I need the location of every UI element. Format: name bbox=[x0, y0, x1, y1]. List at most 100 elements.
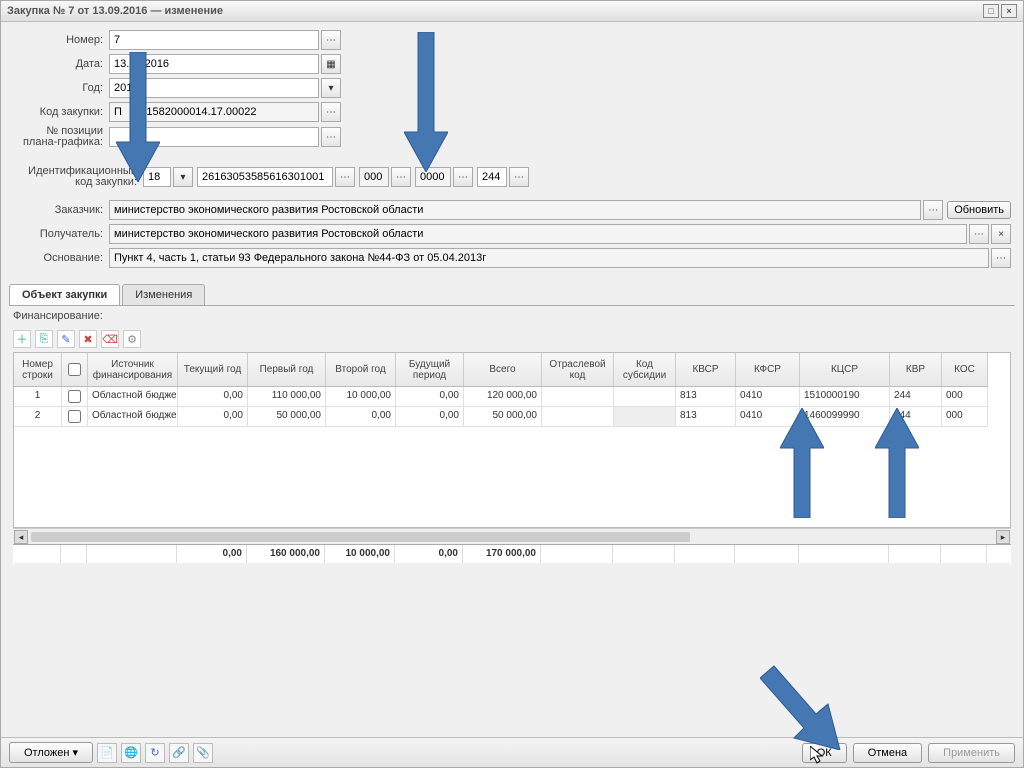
col-checkbox bbox=[62, 353, 88, 387]
customer-label: Заказчик: bbox=[13, 204, 109, 216]
recipient-input[interactable] bbox=[109, 224, 967, 244]
col-kvsr: КВСР bbox=[676, 353, 736, 387]
ident-p4-input[interactable] bbox=[415, 167, 451, 187]
horizontal-scrollbar[interactable]: ◂ ▸ bbox=[13, 528, 1011, 544]
code-input[interactable] bbox=[109, 102, 319, 122]
ident-kvr-input[interactable] bbox=[477, 167, 507, 187]
cell-y2: 0,00 bbox=[326, 407, 396, 427]
recipient-clear-icon[interactable]: × bbox=[991, 224, 1011, 244]
ident-p4-picker-icon[interactable]: ⋯ bbox=[453, 167, 473, 187]
row-checkbox[interactable] bbox=[68, 390, 81, 403]
year-label: Год: bbox=[13, 82, 109, 94]
basis-label: Основание: bbox=[13, 252, 109, 264]
tab-purchase-object[interactable]: Объект закупки bbox=[9, 284, 120, 305]
scroll-thumb[interactable] bbox=[31, 532, 690, 542]
total-y2: 10 000,00 bbox=[325, 545, 395, 563]
add-row-icon[interactable]: ＋ bbox=[13, 330, 31, 348]
planpos-input[interactable] bbox=[109, 127, 319, 147]
table-row[interactable]: 1 Областной бюдже 0,00 110 000,00 10 000… bbox=[14, 387, 1010, 407]
date-input[interactable] bbox=[109, 54, 319, 74]
scroll-right-icon[interactable]: ▸ bbox=[996, 530, 1010, 544]
planpos-label: № позиции плана-графика: bbox=[13, 126, 109, 148]
code-picker-icon[interactable]: ⋯ bbox=[321, 102, 341, 122]
cell-fut: 0,00 bbox=[396, 407, 464, 427]
cell-y1: 50 000,00 bbox=[248, 407, 326, 427]
apply-button[interactable]: Применить bbox=[928, 743, 1015, 763]
ok-button[interactable]: ОК bbox=[802, 743, 847, 763]
ident-ikz-input[interactable] bbox=[197, 167, 333, 187]
cell-source: Областной бюдже bbox=[88, 387, 178, 407]
total-fut: 0,00 bbox=[395, 545, 463, 563]
ident-p3-input[interactable] bbox=[359, 167, 389, 187]
cell-no: 2 bbox=[14, 407, 62, 427]
cell-chk bbox=[62, 407, 88, 427]
planpos-picker-icon[interactable]: ⋯ bbox=[321, 127, 341, 147]
window-title: Закупка № 7 от 13.09.2016 — изменение bbox=[7, 5, 223, 17]
row-checkbox[interactable] bbox=[68, 410, 81, 423]
customer-input[interactable] bbox=[109, 200, 921, 220]
number-input[interactable] bbox=[109, 30, 319, 50]
ident-p3-picker-icon[interactable]: ⋯ bbox=[391, 167, 411, 187]
copy-row-icon[interactable]: ⎘ bbox=[35, 330, 53, 348]
settings-icon[interactable]: ⚙ bbox=[123, 330, 141, 348]
basis-input[interactable] bbox=[109, 248, 989, 268]
cell-total: 120 000,00 bbox=[464, 387, 542, 407]
link-icon[interactable]: 🔗 bbox=[169, 743, 189, 763]
total-cur: 0,00 bbox=[177, 545, 247, 563]
cell-sub bbox=[614, 387, 676, 407]
col-year1: Первый год bbox=[248, 353, 326, 387]
ident-label: Идентификационный код закупки: bbox=[13, 166, 143, 188]
cell-kos: 000 bbox=[942, 387, 988, 407]
cancel-button[interactable]: Отмена bbox=[853, 743, 922, 763]
edit-row-icon[interactable]: ✎ bbox=[57, 330, 75, 348]
cell-sub bbox=[614, 407, 676, 427]
header-checkbox[interactable] bbox=[68, 363, 81, 376]
cell-kvr: 244 bbox=[890, 387, 942, 407]
recipient-label: Получатель: bbox=[13, 228, 109, 240]
customer-picker-icon[interactable]: ⋯ bbox=[923, 200, 943, 220]
status-button[interactable]: Отложен ▾ bbox=[9, 742, 93, 763]
delete-row-icon[interactable]: ✖ bbox=[79, 330, 97, 348]
date-label: Дата: bbox=[13, 58, 109, 70]
total-y1: 160 000,00 bbox=[247, 545, 325, 563]
cell-cur: 0,00 bbox=[178, 407, 248, 427]
refresh-icon[interactable]: ↻ bbox=[145, 743, 165, 763]
col-subsidy: Код субсидии bbox=[614, 353, 676, 387]
cell-branch bbox=[542, 387, 614, 407]
cell-kos: 000 bbox=[942, 407, 988, 427]
col-future: Будущий период bbox=[396, 353, 464, 387]
col-source: Источник финансирования bbox=[88, 353, 178, 387]
tab-changes[interactable]: Изменения bbox=[122, 284, 205, 305]
ident-year-dropdown-icon[interactable]: ▾ bbox=[173, 167, 193, 187]
attach-icon[interactable]: 📎 bbox=[193, 743, 213, 763]
financing-grid-header: Номер строки Источник финансирования Тек… bbox=[14, 353, 1010, 387]
financing-label: Финансирование: bbox=[1, 306, 1023, 326]
cell-no: 1 bbox=[14, 387, 62, 407]
total-all: 170 000,00 bbox=[463, 545, 541, 563]
cell-kfsr: 0410 bbox=[736, 407, 800, 427]
recipient-picker-icon[interactable]: ⋯ bbox=[969, 224, 989, 244]
close-icon[interactable]: × bbox=[1001, 4, 1017, 18]
ident-year-input[interactable] bbox=[143, 167, 171, 187]
ident-picker-icon[interactable]: ⋯ bbox=[335, 167, 355, 187]
col-kvr: КВР bbox=[890, 353, 942, 387]
col-kfsr: КФСР bbox=[736, 353, 800, 387]
col-kcsr: КЦСР bbox=[800, 353, 890, 387]
globe-icon[interactable]: 🌐 bbox=[121, 743, 141, 763]
col-kos: КОС bbox=[942, 353, 988, 387]
number-picker-icon[interactable]: ⋯ bbox=[321, 30, 341, 50]
titlebar: Закупка № 7 от 13.09.2016 — изменение □ … bbox=[1, 1, 1023, 22]
scroll-left-icon[interactable]: ◂ bbox=[14, 530, 28, 544]
code-label: Код закупки: bbox=[13, 106, 109, 118]
clear-icon[interactable]: ⌫ bbox=[101, 330, 119, 348]
table-row[interactable]: 2 Областной бюдже 0,00 50 000,00 0,00 0,… bbox=[14, 407, 1010, 427]
document-icon[interactable]: 📄 bbox=[97, 743, 117, 763]
ident-kvr-picker-icon[interactable]: ⋯ bbox=[509, 167, 529, 187]
maximize-icon[interactable]: □ bbox=[983, 4, 999, 18]
basis-picker-icon[interactable]: ⋯ bbox=[991, 248, 1011, 268]
year-picker-icon[interactable]: ▾ bbox=[321, 78, 341, 98]
year-input[interactable] bbox=[109, 78, 319, 98]
cell-fut: 0,00 bbox=[396, 387, 464, 407]
refresh-button[interactable]: Обновить bbox=[947, 201, 1011, 219]
calendar-icon[interactable]: ▦ bbox=[321, 54, 341, 74]
